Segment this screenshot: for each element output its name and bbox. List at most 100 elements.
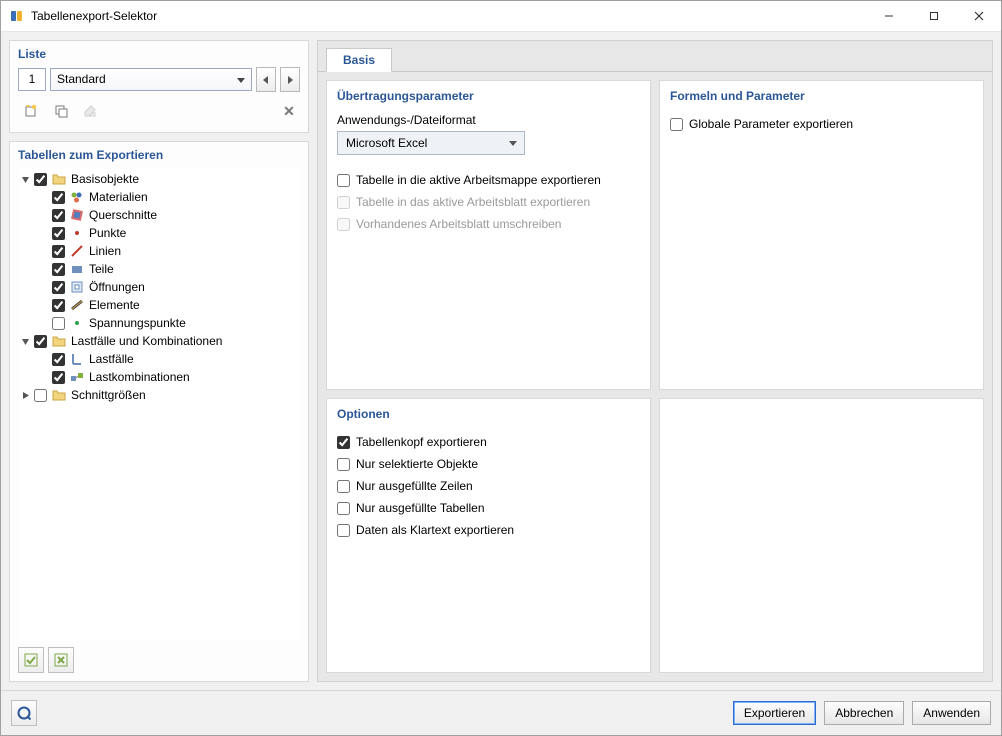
tree: Basisobjekte Materialien Querschnitte Punkt… xyxy=(18,168,300,406)
folder-icon xyxy=(51,333,67,349)
tree-toggle-icon[interactable] xyxy=(20,337,30,346)
liste-group: Liste 1 Standard xyxy=(9,40,309,133)
tree-item-label: Elemente xyxy=(89,298,140,312)
opt-active-sheet-label: Tabelle in das aktive Arbeitsblatt expor… xyxy=(356,195,590,209)
opt-selected-checkbox[interactable] xyxy=(337,458,350,471)
minimize-button[interactable] xyxy=(866,1,911,31)
deselect-all-button[interactable] xyxy=(48,647,74,673)
tree-checkbox[interactable] xyxy=(52,353,65,366)
tree-item[interactable]: Teile xyxy=(18,260,300,278)
opt-plaintext-label: Daten als Klartext exportieren xyxy=(356,523,514,537)
tree-item[interactable]: Lastkombinationen xyxy=(18,368,300,386)
tree-item[interactable]: Öffnungen xyxy=(18,278,300,296)
tree-item-label: Lastfälle und Kombinationen xyxy=(71,334,222,348)
tree-item[interactable]: Elemente xyxy=(18,296,300,314)
liste-prev-button[interactable] xyxy=(256,67,276,92)
opt-active-workbook-label: Tabelle in die aktive Arbeitsmappe expor… xyxy=(356,173,601,187)
tree-checkbox[interactable] xyxy=(52,317,65,330)
tree-item[interactable]: Lastfälle und Kombinationen xyxy=(18,332,300,350)
tree-item-label: Basisobjekte xyxy=(71,172,139,186)
opt-header-checkbox[interactable] xyxy=(337,436,350,449)
liste-next-button[interactable] xyxy=(280,67,300,92)
tree-item-label: Spannungspunkte xyxy=(89,316,186,330)
line-icon xyxy=(69,243,85,259)
sections-icon xyxy=(69,207,85,223)
tree-legend: Tabellen zum Exportieren xyxy=(18,148,300,162)
element-icon xyxy=(69,297,85,313)
transfer-legend: Übertragungsparameter xyxy=(337,89,640,103)
tree-checkbox[interactable] xyxy=(52,227,65,240)
tree-item-label: Öffnungen xyxy=(89,280,145,294)
loadcombo-icon xyxy=(69,369,85,385)
right-grid: Übertragungsparameter Anwendungs-/Dateif… xyxy=(318,72,992,681)
tree-item[interactable]: Lastfälle xyxy=(18,350,300,368)
tree-item[interactable]: Schnittgrößen xyxy=(18,386,300,404)
cancel-button[interactable]: Abbrechen xyxy=(824,701,904,725)
tree-checkbox[interactable] xyxy=(52,191,65,204)
opt-global-params-checkbox[interactable] xyxy=(670,118,683,131)
tree-item[interactable]: Punkte xyxy=(18,224,300,242)
tree-checkbox[interactable] xyxy=(34,335,47,348)
opt-filled-rows-label: Nur ausgefüllte Zeilen xyxy=(356,479,473,493)
tree-checkbox[interactable] xyxy=(34,389,47,402)
tree-checkbox[interactable] xyxy=(52,281,65,294)
opt-filled-rows[interactable]: Nur ausgefüllte Zeilen xyxy=(337,475,640,497)
tree-item[interactable]: Querschnitte xyxy=(18,206,300,224)
apply-button[interactable]: Anwenden xyxy=(912,701,991,725)
opt-global-params[interactable]: Globale Parameter exportieren xyxy=(670,113,973,135)
opt-active-workbook[interactable]: Tabelle in die aktive Arbeitsmappe expor… xyxy=(337,169,640,191)
select-all-button[interactable] xyxy=(18,647,44,673)
folder-icon xyxy=(51,171,67,187)
transfer-panel: Übertragungsparameter Anwendungs-/Dateif… xyxy=(326,80,651,390)
liste-legend: Liste xyxy=(18,47,300,61)
loadcase-icon xyxy=(69,351,85,367)
opt-filled-tables[interactable]: Nur ausgefüllte Tabellen xyxy=(337,497,640,519)
opt-global-params-label: Globale Parameter exportieren xyxy=(689,117,853,131)
tree-checkbox[interactable] xyxy=(52,209,65,222)
tree-item[interactable]: Basisobjekte xyxy=(18,170,300,188)
opt-plaintext[interactable]: Daten als Klartext exportieren xyxy=(337,519,640,541)
tree-item-label: Lastfälle xyxy=(89,352,134,366)
opt-active-sheet: Tabelle in das aktive Arbeitsblatt expor… xyxy=(337,191,640,213)
opt-selected[interactable]: Nur selektierte Objekte xyxy=(337,453,640,475)
tree-checkbox[interactable] xyxy=(52,371,65,384)
new-list-button[interactable] xyxy=(18,98,44,124)
tree-toggle-icon[interactable] xyxy=(20,391,30,400)
help-button[interactable] xyxy=(11,700,37,726)
opt-plaintext-checkbox[interactable] xyxy=(337,524,350,537)
tree-item[interactable]: Spannungspunkte xyxy=(18,314,300,332)
liste-index[interactable]: 1 xyxy=(18,68,46,91)
tree-item-label: Teile xyxy=(89,262,114,276)
opt-overwrite-sheet-checkbox xyxy=(337,218,350,231)
point-icon xyxy=(69,225,85,241)
rename-list-button[interactable] xyxy=(78,98,104,124)
opening-icon xyxy=(69,279,85,295)
export-button[interactable]: Exportieren xyxy=(733,701,816,725)
tree-checkbox[interactable] xyxy=(52,299,65,312)
tree-checkbox[interactable] xyxy=(52,245,65,258)
maximize-button[interactable] xyxy=(911,1,956,31)
format-select[interactable]: Microsoft Excel xyxy=(337,131,525,155)
tab-basis[interactable]: Basis xyxy=(326,48,392,72)
tree-checkbox[interactable] xyxy=(34,173,47,186)
tree-item[interactable]: Linien xyxy=(18,242,300,260)
liste-combo[interactable]: Standard xyxy=(50,68,252,91)
tree-item-label: Materialien xyxy=(89,190,148,204)
titlebar: Tabellenexport-Selektor xyxy=(1,1,1001,32)
tree-scroll[interactable]: Basisobjekte Materialien Querschnitte Punkt… xyxy=(18,168,300,641)
opt-header[interactable]: Tabellenkopf exportieren xyxy=(337,431,640,453)
opt-filled-rows-checkbox[interactable] xyxy=(337,480,350,493)
copy-list-button[interactable] xyxy=(48,98,74,124)
opt-header-label: Tabellenkopf exportieren xyxy=(356,435,487,449)
opt-filled-tables-checkbox[interactable] xyxy=(337,502,350,515)
clear-list-button[interactable]: ✕ xyxy=(278,100,300,122)
part-icon xyxy=(69,261,85,277)
tree-toggle-icon[interactable] xyxy=(20,175,30,184)
tree-item-label: Punkte xyxy=(89,226,126,240)
opt-active-workbook-checkbox[interactable] xyxy=(337,174,350,187)
options-legend: Optionen xyxy=(337,407,640,421)
tree-item-label: Linien xyxy=(89,244,121,258)
close-button[interactable] xyxy=(956,1,1001,31)
tree-checkbox[interactable] xyxy=(52,263,65,276)
tree-item[interactable]: Materialien xyxy=(18,188,300,206)
